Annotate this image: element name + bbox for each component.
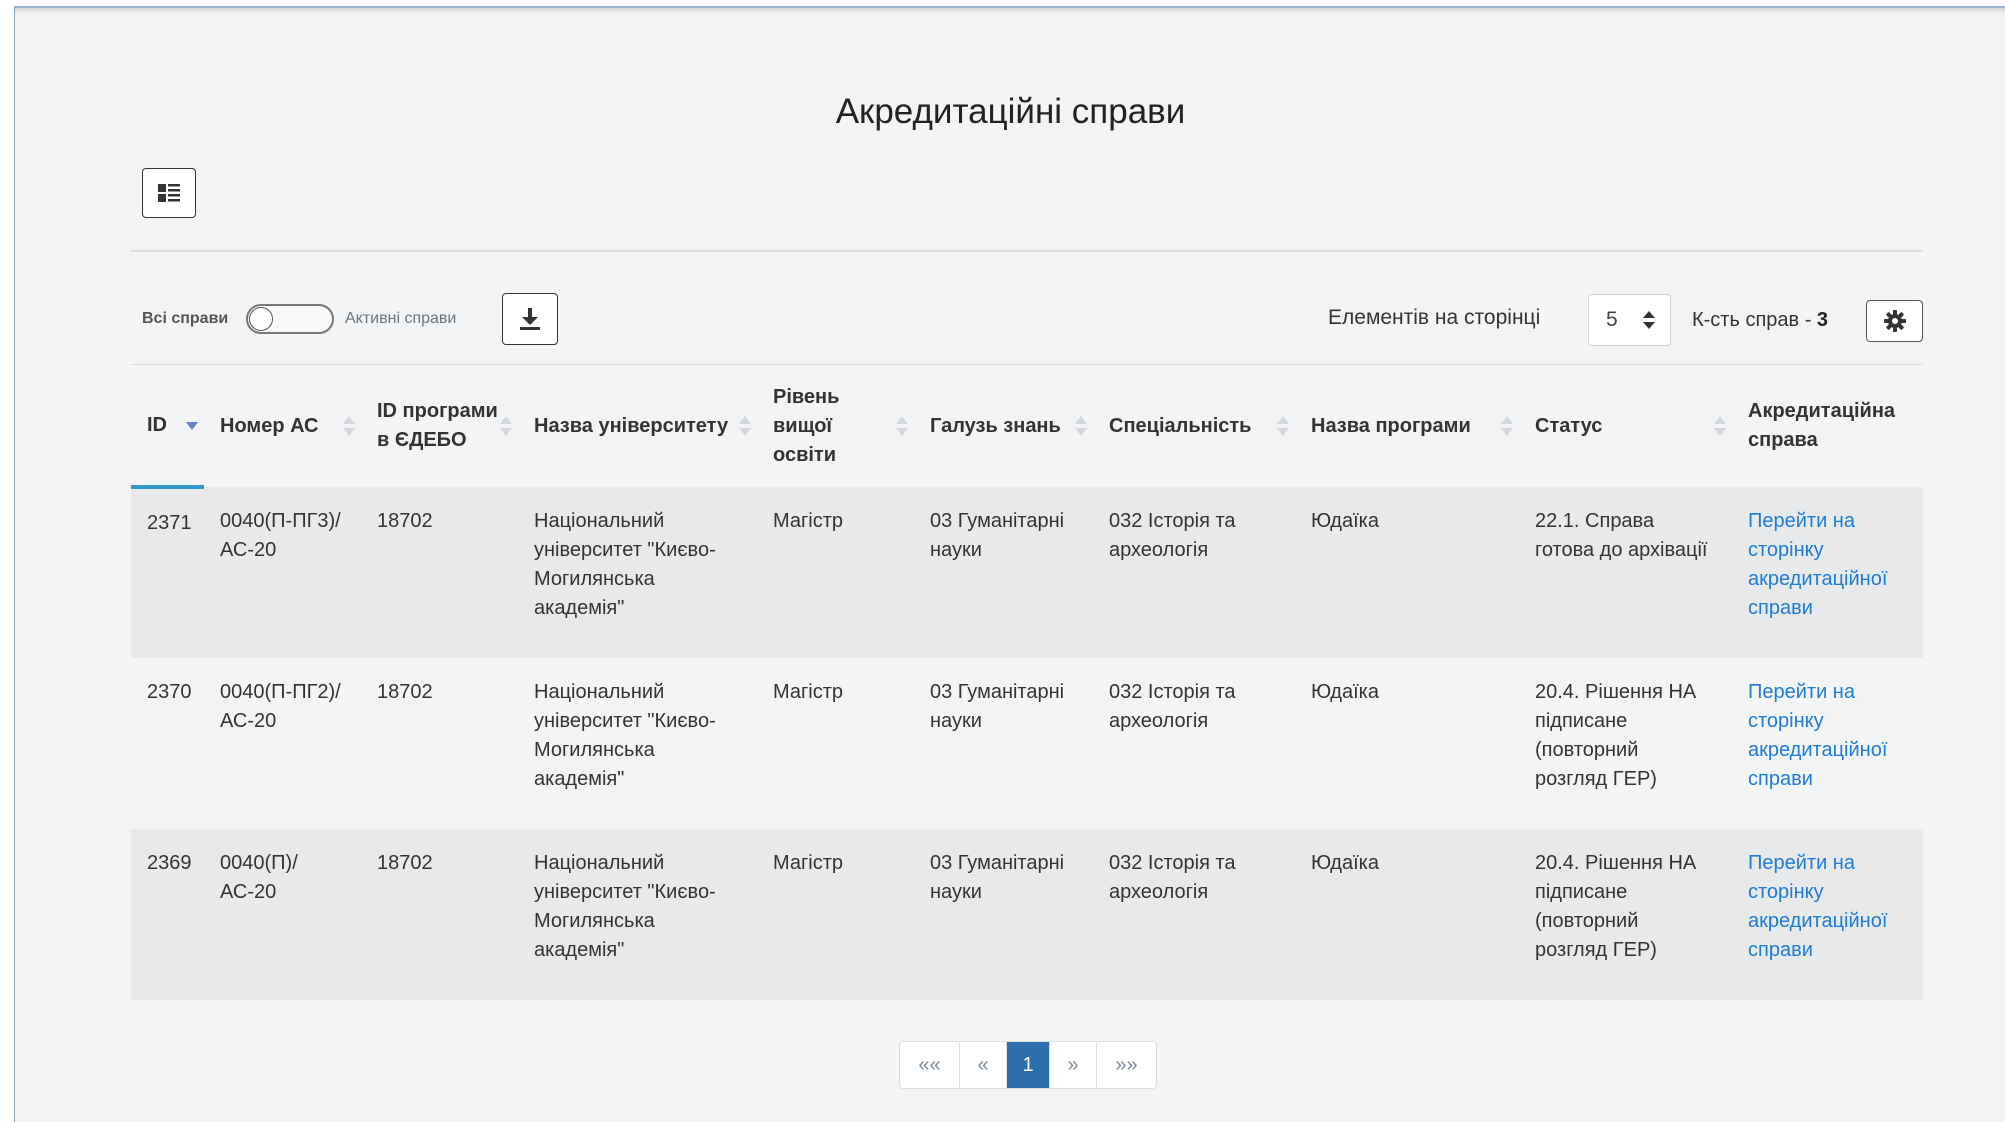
cell-program: Юдаїка — [1295, 658, 1519, 829]
cell-level: Магістр — [757, 658, 914, 829]
sort-icon — [1501, 416, 1513, 436]
col-header-label: ID — [147, 413, 167, 436]
cell-edebo-id: 18702 — [361, 487, 518, 658]
col-header-status[interactable]: Статус — [1519, 365, 1732, 487]
sort-icon — [1277, 416, 1289, 436]
cell-link: Перейти на сторінку акредитаційної справ… — [1732, 487, 1923, 658]
pagination: «« « 1 » »» — [899, 1041, 1157, 1089]
cell-level: Магістр — [757, 829, 914, 1000]
cell-program: Юдаїка — [1295, 487, 1519, 658]
sort-icon — [1714, 416, 1726, 436]
page-last-button[interactable]: »» — [1097, 1042, 1156, 1088]
active-cases-toggle[interactable] — [246, 304, 334, 334]
col-header-edebo-id[interactable]: ID програми в ЄДЕБО — [361, 365, 518, 487]
active-cases-label: Активні справи — [345, 310, 457, 327]
case-count-value: 3 — [1816, 309, 1829, 331]
cell-case-number: 0040(П)/АС-20 — [204, 829, 361, 1000]
cases-table: ID Номер АС ID програми в ЄДЕБО Назва ун… — [131, 365, 1923, 1000]
col-header-field[interactable]: Галузь знань — [914, 365, 1093, 487]
settings-button[interactable] — [1866, 300, 1923, 342]
all-cases-label: Всі справи — [142, 310, 229, 327]
table-row: 2370 0040(П-ПГ2)/АС-20 18702 Національни… — [131, 658, 1923, 829]
case-link[interactable]: Перейти на сторінку акредитаційної справ… — [1748, 852, 1887, 961]
sort-icon — [896, 416, 908, 436]
page-prev-button[interactable]: « — [960, 1042, 1007, 1088]
case-count: К-сть справ - 3 — [1692, 309, 1828, 332]
col-header-label: Статус — [1535, 414, 1603, 437]
per-page-label: Елементів на сторінці — [1328, 306, 1541, 329]
table-header-row: ID Номер АС ID програми в ЄДЕБО Назва ун… — [131, 365, 1923, 489]
cell-specialty: 032 Історія та археологія — [1093, 487, 1295, 658]
cell-university: Національний університет "Києво-Могилянс… — [518, 829, 757, 1000]
toggle-knob — [249, 307, 273, 331]
col-header-case-link: Акредитаційна справа — [1732, 365, 1923, 487]
per-page-select[interactable]: 5 — [1588, 294, 1671, 346]
cell-university: Національний університет "Києво-Могилянс… — [518, 487, 757, 658]
cell-link: Перейти на сторінку акредитаційної справ… — [1732, 829, 1923, 1000]
cell-level: Магістр — [757, 487, 914, 658]
sort-icon — [1075, 416, 1087, 436]
cell-id: 2370 — [131, 658, 204, 829]
list-view-button[interactable] — [142, 168, 196, 218]
sort-icon — [343, 416, 355, 436]
col-header-label: Назва університету — [534, 414, 729, 437]
cell-status: 22.1. Справа готова до архівації — [1519, 487, 1732, 658]
col-header-specialty[interactable]: Спеціальність — [1093, 365, 1295, 487]
download-icon — [520, 308, 540, 330]
col-header-university[interactable]: Назва університету — [518, 365, 757, 487]
table-row: 2371 0040(П-ПГ3)/АС-20 18702 Національни… — [131, 487, 1923, 658]
col-header-label: Акредитаційна справа — [1748, 400, 1896, 451]
col-header-label: Номер АС — [220, 414, 319, 437]
cell-edebo-id: 18702 — [361, 829, 518, 1000]
cell-status: 20.4. Рішення НА підписане (повторний ро… — [1519, 658, 1732, 829]
col-header-label: Назва програми — [1311, 414, 1471, 437]
table-row: 2369 0040(П)/АС-20 18702 Національний ун… — [131, 829, 1923, 1000]
cell-field: 03 Гуманітарні науки — [914, 829, 1093, 1000]
sort-desc-icon — [186, 422, 198, 430]
col-header-level[interactable]: Рівень вищої освіти — [757, 365, 914, 487]
gear-icon — [1883, 310, 1906, 332]
col-header-label: Рівень вищої освіти — [773, 385, 840, 466]
sort-icon — [500, 416, 512, 436]
cell-field: 03 Гуманітарні науки — [914, 487, 1093, 658]
case-link[interactable]: Перейти на сторінку акредитаційної справ… — [1748, 510, 1887, 619]
cell-status: 20.4. Рішення НА підписане (повторний ро… — [1519, 829, 1732, 1000]
col-header-case-number[interactable]: Номер АС — [204, 365, 361, 487]
header-divider — [131, 250, 1923, 252]
case-link[interactable]: Перейти на сторінку акредитаційної справ… — [1748, 681, 1887, 790]
select-arrows-icon — [1643, 311, 1655, 329]
cell-link: Перейти на сторінку акредитаційної справ… — [1732, 658, 1923, 829]
cell-case-number: 0040(П-ПГ3)/АС-20 — [204, 487, 361, 658]
cell-specialty: 032 Історія та археологія — [1093, 829, 1295, 1000]
page-first-button[interactable]: «« — [900, 1042, 960, 1088]
col-header-label: Спеціальність — [1109, 414, 1252, 437]
cell-university: Національний університет "Києво-Могилянс… — [518, 658, 757, 829]
list-view-icon — [158, 184, 180, 202]
col-header-label: ID програми в ЄДЕБО — [377, 400, 498, 451]
cell-case-number: 0040(П-ПГ2)/АС-20 — [204, 658, 361, 829]
cell-specialty: 032 Історія та археологія — [1093, 658, 1295, 829]
page-title: Акредитаційні справи — [835, 92, 1186, 131]
sort-icon — [739, 416, 751, 436]
case-count-label: К-сть справ - — [1692, 309, 1817, 331]
cell-id: 2369 — [131, 829, 204, 1000]
col-header-label: Галузь знань — [930, 414, 1061, 437]
col-header-program[interactable]: Назва програми — [1295, 365, 1519, 487]
col-header-id[interactable]: ID — [131, 365, 204, 489]
page-next-button[interactable]: » — [1050, 1042, 1097, 1088]
per-page-value: 5 — [1606, 308, 1618, 331]
download-button[interactable] — [502, 293, 558, 345]
page-current-button[interactable]: 1 — [1007, 1042, 1050, 1088]
cell-field: 03 Гуманітарні науки — [914, 658, 1093, 829]
cell-edebo-id: 18702 — [361, 658, 518, 829]
cell-program: Юдаїка — [1295, 829, 1519, 1000]
main-panel: Акредитаційні справи Всі справи Активні … — [14, 6, 2005, 1122]
cell-id: 2371 — [131, 487, 204, 658]
